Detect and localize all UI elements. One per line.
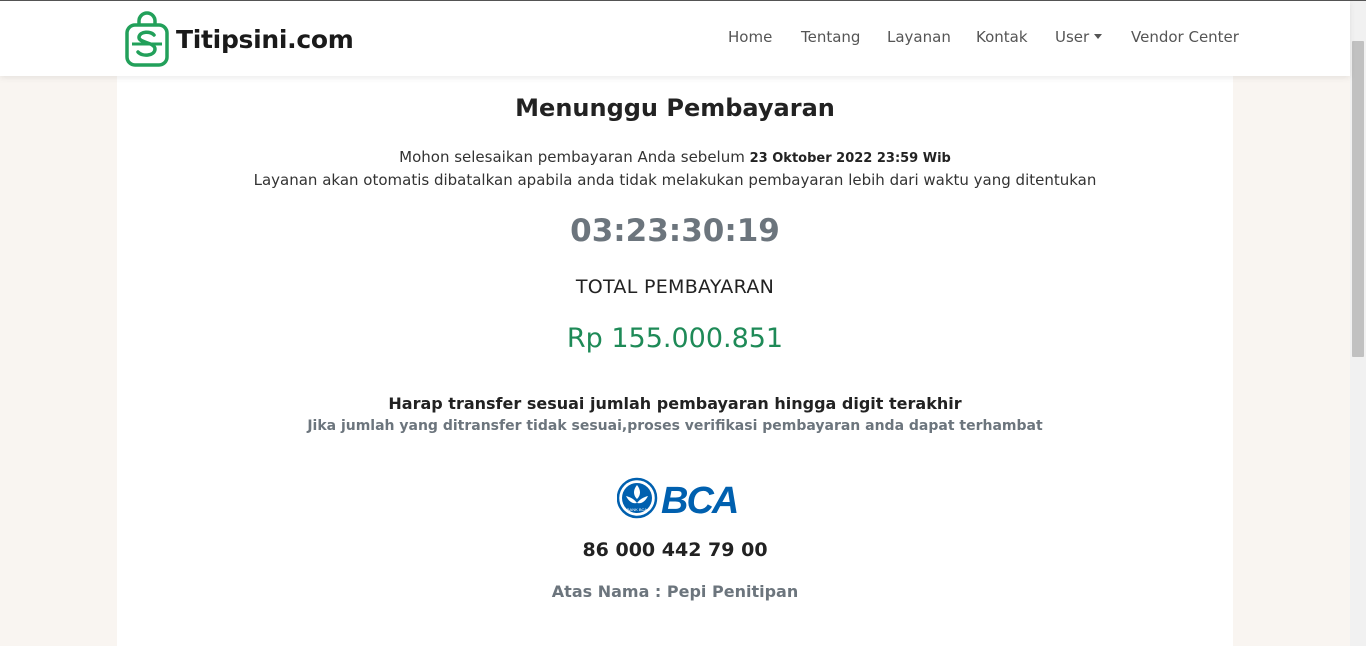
nav-tentang[interactable]: Tentang [801, 28, 860, 50]
page-title: Menunggu Pembayaran [515, 94, 835, 122]
nav-kontak[interactable]: Kontak [976, 28, 1028, 50]
deadline-prefix: Mohon selesaikan pembayaran Anda sebelum [399, 148, 745, 166]
caret-down-icon [1094, 34, 1103, 39]
bank-name: BCA [661, 480, 737, 520]
nav-vendor-center[interactable]: Vendor Center [1131, 28, 1239, 50]
countdown-timer: 03:23:30:19 [570, 213, 780, 249]
nav-user-label: User [1055, 28, 1090, 46]
brand-name: Titipsini.com [176, 24, 354, 54]
payment-card: Menunggu Pembayaran Mohon selesaikan pem… [117, 76, 1233, 646]
nav-user-dropdown[interactable]: User [1055, 28, 1103, 50]
nav-home[interactable]: Home [728, 28, 772, 50]
brand-link[interactable]: Titipsini.com [124, 11, 354, 67]
cancel-note: Layanan akan otomatis dibatalkan apabila… [253, 171, 1097, 189]
transfer-note: Jika jumlah yang ditransfer tidak sesuai… [307, 418, 1043, 434]
transfer-warning: Harap transfer sesuai jumlah pembayaran … [388, 394, 962, 413]
account-holder: Atas Nama : Pepi Penitipan [551, 582, 799, 601]
nav-home-label: Home [728, 28, 773, 46]
total-label: TOTAL PEMBAYARAN [575, 276, 775, 298]
nav-vendor-label: Vendor Center [1131, 28, 1239, 46]
nav-tentang-label: Tentang [801, 28, 861, 46]
deadline-text: Mohon selesaikan pembayaran Anda sebelum… [117, 148, 1233, 166]
navbar: Titipsini.com Home Tentang Layanan Konta… [0, 1, 1350, 76]
nav-kontak-label: Kontak [976, 28, 1028, 46]
shopping-bag-logo-icon [125, 11, 169, 67]
scrollbar-thumb[interactable] [1352, 41, 1364, 357]
vertical-scrollbar[interactable] [1350, 1, 1366, 646]
bca-logo-icon: BANK BCA BCA [617, 477, 739, 520]
nav-layanan[interactable]: Layanan [887, 28, 951, 50]
bca-seal-text: BANK BCA [627, 507, 648, 512]
total-amount: Rp 155.000.851 [566, 323, 784, 354]
account-number: 86 000 442 79 00 [582, 539, 768, 561]
deadline-date: 23 Oktober 2022 23:59 Wib [749, 151, 951, 166]
nav-layanan-label: Layanan [887, 28, 951, 46]
